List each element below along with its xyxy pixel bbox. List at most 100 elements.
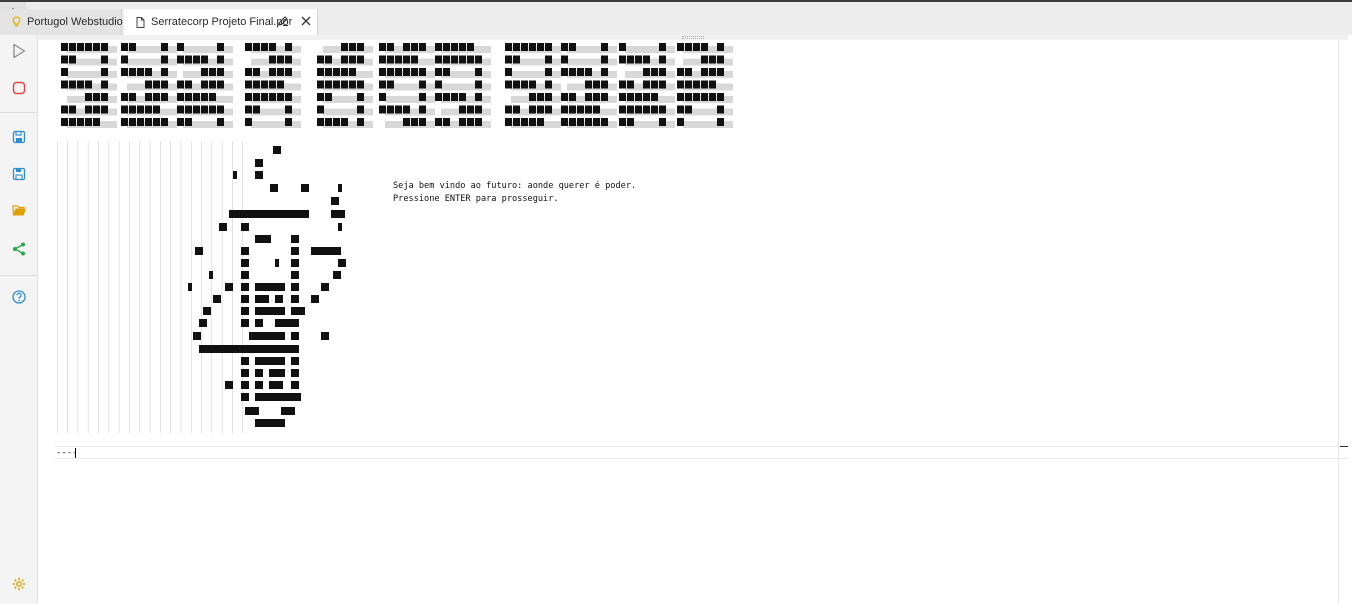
ascii-block [379, 93, 386, 101]
ascii-block [253, 93, 260, 101]
ascii-block [341, 80, 348, 89]
ascii-block [569, 105, 576, 114]
console-input-row[interactable]: ---- [55, 446, 1348, 459]
ascii-block [643, 68, 650, 76]
ascii-block [269, 43, 276, 51]
ascii-block [701, 55, 708, 64]
ascii-block [451, 93, 458, 101]
ascii-block [585, 93, 592, 101]
ascii-block [69, 105, 76, 114]
ascii-block [145, 68, 152, 76]
ascii-block [601, 55, 608, 64]
ascii-guide [221, 141, 223, 433]
ascii-block [277, 68, 284, 76]
open-file-button[interactable] [9, 203, 29, 223]
ascii-block [659, 43, 666, 51]
ascii-block [161, 80, 168, 89]
ascii-block [341, 118, 348, 126]
ascii-block [77, 43, 84, 51]
ascii-block [513, 43, 520, 51]
ascii-block [537, 43, 544, 51]
ascii-block [403, 43, 410, 51]
ascii-block [521, 118, 528, 126]
ascii-block [529, 105, 536, 114]
ascii-block [569, 93, 576, 101]
ascii-block [255, 369, 263, 377]
ascii-block [253, 80, 260, 89]
ascii-block [321, 332, 329, 340]
ascii-block [569, 43, 576, 51]
ascii-block [619, 80, 626, 89]
ascii-block [643, 55, 650, 64]
run-button[interactable] [9, 43, 29, 63]
ascii-block [85, 93, 92, 101]
settings-icon [12, 577, 26, 596]
ascii-shadow [183, 46, 233, 53]
ascii-block [561, 118, 568, 126]
ascii-block [291, 271, 299, 279]
ascii-block [69, 80, 76, 89]
ascii-block [677, 105, 684, 114]
save-as-button[interactable] [9, 166, 29, 186]
ascii-block [121, 43, 128, 51]
ascii-block [651, 80, 658, 89]
ascii-block [77, 118, 84, 126]
ascii-block [291, 381, 299, 389]
ascii-block [203, 307, 211, 315]
ascii-guide [98, 141, 99, 433]
ascii-block [217, 43, 224, 51]
ascii-block [467, 118, 474, 126]
ascii-block [153, 118, 160, 126]
ascii-block [561, 105, 568, 114]
ascii-block [245, 93, 252, 101]
save-button[interactable] [9, 129, 29, 149]
share-button[interactable] [9, 241, 29, 261]
ascii-block [443, 43, 450, 51]
ascii-block [201, 105, 208, 114]
resize-handle[interactable] [682, 36, 704, 39]
tab-serratecorp-file[interactable]: Serratecorp Projeto Final.por [124, 9, 318, 35]
ascii-block [285, 93, 292, 101]
settings-button[interactable] [9, 576, 29, 596]
ascii-block [185, 55, 192, 64]
ascii-block [185, 118, 192, 126]
close-icon[interactable] [301, 16, 311, 29]
ascii-block [269, 68, 276, 76]
ascii-block [245, 68, 252, 76]
ascii-block [545, 105, 552, 114]
ascii-block [121, 55, 128, 64]
ascii-block [255, 419, 285, 427]
ascii-guide [118, 141, 120, 433]
ascii-block [101, 43, 108, 51]
ascii-block [93, 105, 100, 114]
ascii-block [513, 55, 520, 64]
ascii-block [435, 68, 442, 76]
help-button[interactable] [9, 289, 29, 309]
ascii-block [291, 357, 299, 365]
stop-button[interactable] [9, 80, 29, 100]
tab-portugol-webstudio[interactable]: Portugol Webstudio [0, 9, 123, 35]
stop-icon [12, 81, 26, 100]
ascii-block [177, 93, 184, 101]
ascii-block [255, 283, 285, 291]
ascii-block [693, 43, 700, 51]
ascii-block [411, 68, 418, 76]
ascii-guide [149, 141, 151, 433]
ascii-block [121, 68, 128, 76]
ascii-block [435, 93, 442, 101]
ascii-block [269, 80, 276, 89]
ascii-block [435, 118, 442, 126]
ascii-block [585, 80, 592, 89]
ascii-block [529, 43, 536, 51]
ascii-block [685, 93, 692, 101]
ascii-block [217, 80, 224, 89]
ascii-block [241, 393, 249, 401]
ascii-block [443, 93, 450, 101]
ascii-block [521, 80, 528, 89]
ascii-shadow [323, 108, 373, 116]
ascii-block [593, 118, 600, 126]
ascii-block [709, 68, 716, 76]
rename-icon[interactable] [277, 15, 289, 30]
ascii-block [325, 55, 332, 64]
ascii-block [199, 319, 207, 327]
